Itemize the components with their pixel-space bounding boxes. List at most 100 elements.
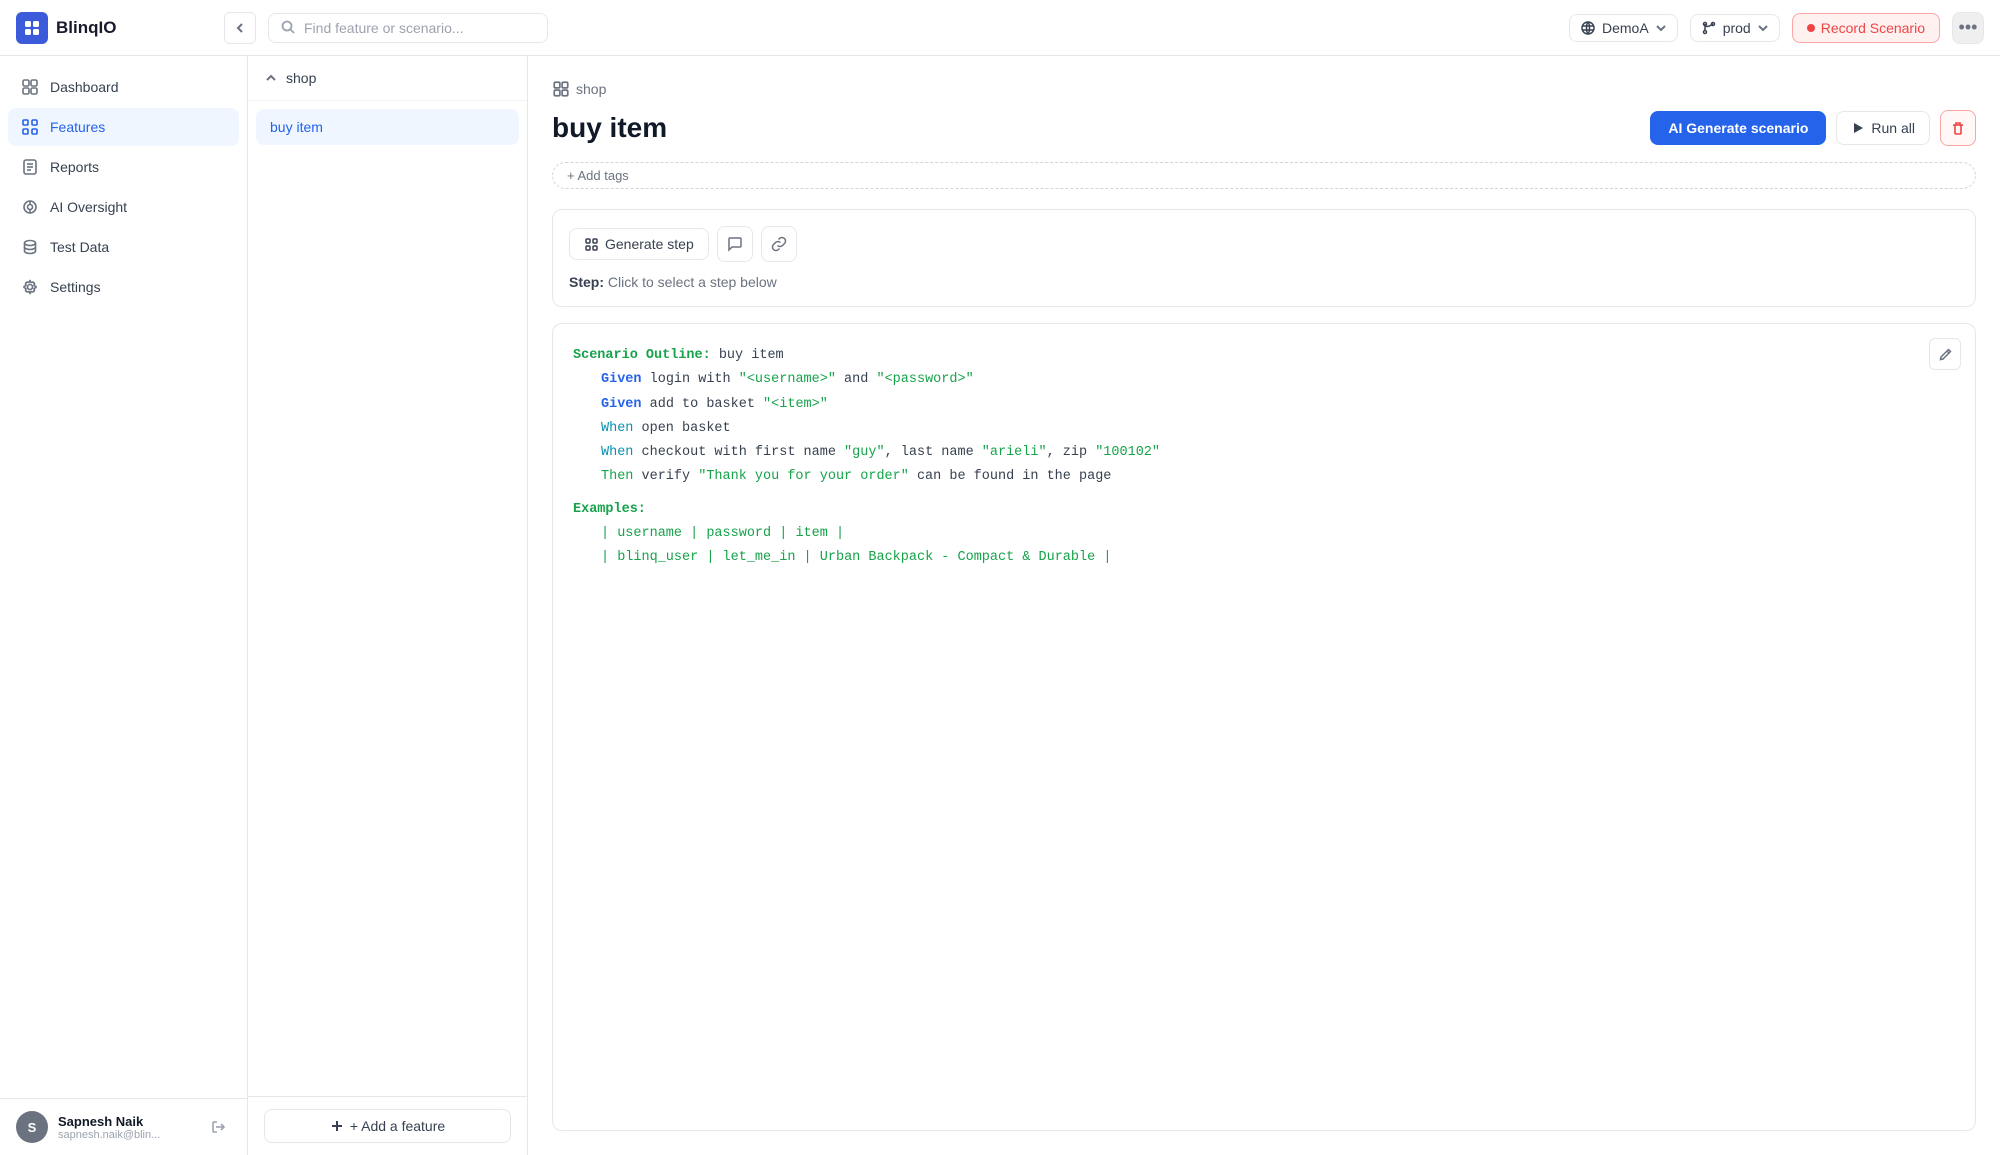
- link-icon: [771, 236, 787, 252]
- top-header: BlinqIO Find feature or scenario... Demo…: [0, 0, 2000, 56]
- sidebar-item-reports-label: Reports: [50, 159, 99, 175]
- sidebar-item-features-label: Features: [50, 119, 105, 135]
- sidebar-item-dashboard-label: Dashboard: [50, 79, 119, 95]
- step-hint-prefix: Step:: [569, 274, 604, 290]
- env-icon: [1580, 20, 1596, 36]
- run-all-label: Run all: [1871, 120, 1915, 136]
- prod-selector-label: prod: [1723, 20, 1751, 36]
- middle-panel-items: buy item: [248, 101, 527, 1096]
- sidebar-item-ai-oversight-label: AI Oversight: [50, 199, 127, 215]
- test-data-icon: [20, 237, 40, 257]
- search-icon: [281, 20, 296, 35]
- add-feature-button[interactable]: + Add a feature: [264, 1109, 511, 1143]
- logo-area: BlinqIO: [16, 12, 256, 44]
- edit-scenario-button[interactable]: [1929, 338, 1961, 370]
- branch-icon: [1701, 20, 1717, 36]
- user-info: Sapnesh Naik sapnesh.naik@blin...: [58, 1114, 197, 1141]
- sidebar-item-features[interactable]: Features: [8, 108, 239, 146]
- nav-items: Dashboard Features Reports AI Oversight: [0, 56, 247, 1098]
- settings-icon: [20, 277, 40, 297]
- edit-icon: [1938, 347, 1953, 362]
- outline-line: Scenario Outline: buy item: [573, 344, 1955, 368]
- left-sidebar: Dashboard Features Reports AI Oversight: [0, 56, 248, 1155]
- content-actions: AI Generate scenario Run all: [1650, 110, 1976, 146]
- reports-icon: [20, 157, 40, 177]
- env-selector[interactable]: DemoA: [1569, 14, 1678, 42]
- examples-keyword: Examples:: [573, 502, 646, 517]
- sidebar-item-settings-label: Settings: [50, 279, 101, 295]
- more-options-button[interactable]: •••: [1952, 12, 1984, 44]
- record-scenario-button[interactable]: Record Scenario: [1792, 13, 1940, 43]
- feature-item-buy-item[interactable]: buy item: [256, 109, 519, 145]
- prod-selector[interactable]: prod: [1690, 14, 1780, 42]
- examples-line: Examples:: [573, 498, 1955, 522]
- search-area[interactable]: Find feature or scenario...: [268, 13, 548, 43]
- user-email: sapnesh.naik@blin...: [58, 1129, 197, 1141]
- add-feature-label: + Add a feature: [350, 1118, 445, 1134]
- app-logo-text: BlinqIO: [56, 18, 116, 38]
- when-line-2: When checkout with first name "guy", las…: [573, 441, 1955, 465]
- given-line-1: Given login with "<username>" and "<pass…: [573, 368, 1955, 392]
- feature-title: buy item: [552, 112, 667, 144]
- user-avatar: S: [16, 1111, 48, 1143]
- outline-name: buy item: [711, 348, 784, 363]
- generate-step-label: Generate step: [605, 236, 694, 252]
- features-icon: [20, 117, 40, 137]
- chat-icon: [727, 236, 743, 252]
- sidebar-item-test-data-label: Test Data: [50, 239, 109, 255]
- sidebar-item-ai-oversight[interactable]: AI Oversight: [8, 188, 239, 226]
- middle-panel-footer: + Add a feature: [248, 1096, 527, 1155]
- step-area: Generate step Step: Click to select a st…: [552, 209, 1976, 307]
- sidebar-item-settings[interactable]: Settings: [8, 268, 239, 306]
- content-header: buy item AI Generate scenario Run all: [552, 110, 1976, 146]
- sidebar-item-reports[interactable]: Reports: [8, 148, 239, 186]
- play-icon: [1851, 121, 1865, 135]
- given-line-2: Given add to basket "<item>": [573, 393, 1955, 417]
- breadcrumb-text: shop: [576, 81, 606, 97]
- step-hint: Step: Click to select a step below: [569, 274, 1959, 290]
- then-line-1: Then verify "Thank you for your order" c…: [573, 465, 1955, 489]
- dashboard-icon: [20, 77, 40, 97]
- trash-icon: [1950, 120, 1966, 136]
- collapse-sidebar-button[interactable]: [224, 12, 256, 44]
- chevron-down-icon: [1655, 22, 1667, 34]
- logo-icon: [16, 12, 48, 44]
- add-tags-button[interactable]: + Add tags: [552, 162, 1976, 189]
- step-toolbar: Generate step: [569, 226, 1959, 262]
- generate-step-icon: [584, 237, 599, 252]
- table-header-line: | username | password | item |: [573, 522, 1955, 546]
- delete-button[interactable]: [1940, 110, 1976, 146]
- logout-button[interactable]: [207, 1115, 231, 1139]
- main-content: shop buy item AI Generate scenario Run a…: [528, 56, 2000, 1155]
- header-right: DemoA prod Record Scenario •••: [1569, 12, 1984, 44]
- plus-icon: [330, 1119, 344, 1133]
- scenario-area: Scenario Outline: buy item Given login w…: [552, 323, 1976, 1131]
- sidebar-bottom: S Sapnesh Naik sapnesh.naik@blin...: [0, 1098, 247, 1155]
- env-selector-label: DemoA: [1602, 20, 1649, 36]
- middle-panel-folder-label: shop: [286, 70, 316, 86]
- record-btn-label: Record Scenario: [1821, 20, 1925, 36]
- when-line-1: When open basket: [573, 417, 1955, 441]
- generate-step-button[interactable]: Generate step: [569, 228, 709, 260]
- user-name: Sapnesh Naik: [58, 1114, 197, 1129]
- breadcrumb-icon: [552, 80, 570, 98]
- main-layout: Dashboard Features Reports AI Oversight: [0, 56, 2000, 1155]
- search-placeholder: Find feature or scenario...: [304, 20, 464, 36]
- sidebar-item-dashboard[interactable]: Dashboard: [8, 68, 239, 106]
- chat-icon-button[interactable]: [717, 226, 753, 262]
- table-row-line: | blinq_user | let_me_in | Urban Backpac…: [573, 546, 1955, 570]
- middle-panel-header: shop: [248, 56, 527, 101]
- link-icon-button[interactable]: [761, 226, 797, 262]
- step-hint-text: Click to select a step below: [608, 274, 777, 290]
- run-all-button[interactable]: Run all: [1836, 111, 1930, 145]
- breadcrumb: shop: [552, 80, 1976, 98]
- code-block: Scenario Outline: buy item Given login w…: [573, 344, 1955, 571]
- ai-oversight-icon: [20, 197, 40, 217]
- ai-generate-scenario-button[interactable]: AI Generate scenario: [1650, 111, 1826, 145]
- sidebar-item-test-data[interactable]: Test Data: [8, 228, 239, 266]
- chevron-down-icon-prod: [1757, 22, 1769, 34]
- chevron-up-icon: [264, 71, 278, 85]
- middle-panel: shop buy item + Add a feature: [248, 56, 528, 1155]
- record-dot: [1807, 24, 1815, 32]
- outline-keyword: Scenario Outline:: [573, 348, 711, 363]
